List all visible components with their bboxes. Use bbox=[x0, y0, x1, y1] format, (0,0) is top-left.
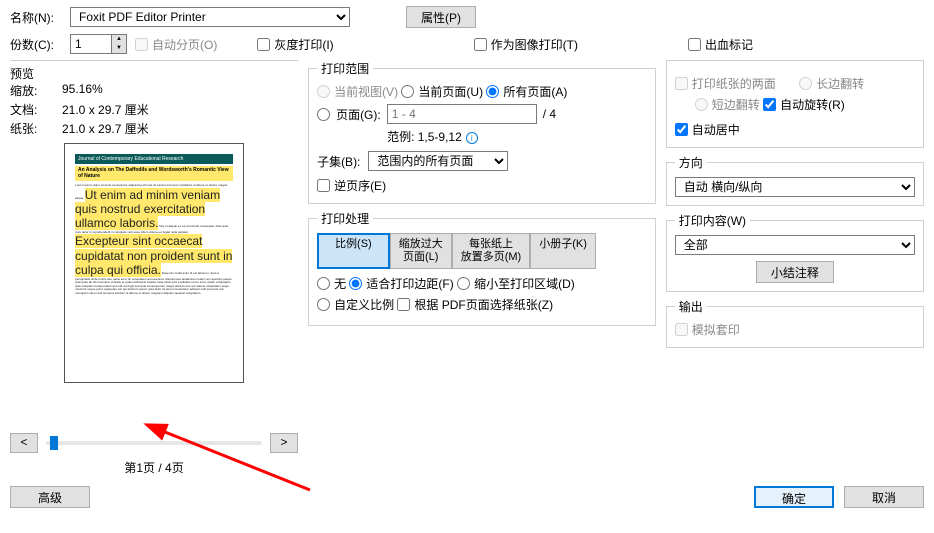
doc-value: 21.0 x 29.7 厘米 bbox=[62, 101, 149, 118]
print-range-title: 打印范围 bbox=[317, 60, 373, 77]
properties-button[interactable]: 属性(P) bbox=[406, 6, 476, 28]
paper-value: 21.0 x 29.7 厘米 bbox=[62, 120, 149, 137]
printer-select[interactable]: Foxit PDF Editor Printer bbox=[70, 7, 350, 27]
current-page-radio[interactable] bbox=[401, 85, 414, 98]
bleed-marks-checkbox[interactable]: 出血标记 bbox=[688, 36, 753, 53]
output-title: 输出 bbox=[675, 298, 707, 315]
paper-label: 纸张: bbox=[10, 120, 46, 137]
subset-select[interactable]: 范围内的所有页面 bbox=[368, 151, 508, 171]
copies-spinner[interactable]: ▲▼ bbox=[70, 34, 127, 54]
zoom-value: 95.16% bbox=[62, 82, 103, 99]
preview-thumbnail: Journal of Contemporary Educational Rese… bbox=[64, 143, 244, 383]
print-as-image-checkbox[interactable]: 作为图像打印(T) bbox=[474, 36, 578, 53]
doc-label: 文档: bbox=[10, 101, 46, 118]
spin-down-icon[interactable]: ▼ bbox=[112, 44, 126, 53]
pages-radio[interactable] bbox=[317, 108, 330, 121]
orientation-group: 方向 自动 横向/纵向 bbox=[666, 154, 924, 206]
ok-button[interactable]: 确定 bbox=[754, 486, 834, 508]
print-range-group: 打印范围 当前视图(V) 当前页面(U) 所有页面(A) 页面(G): / 4 … bbox=[308, 60, 656, 204]
pages-input[interactable] bbox=[387, 104, 537, 124]
simulate-overprint-checkbox: 模拟套印 bbox=[675, 321, 740, 338]
copies-label: 份数(C): bbox=[10, 36, 62, 53]
advanced-button[interactable]: 高级 bbox=[10, 486, 90, 508]
preview-title: 预览 bbox=[10, 65, 298, 82]
orientation-select[interactable]: 自动 横向/纵向 bbox=[675, 177, 915, 197]
copies-input[interactable] bbox=[71, 35, 111, 53]
name-label: 名称(N): bbox=[10, 9, 62, 26]
scale-shrink-radio[interactable] bbox=[457, 277, 470, 290]
scale-none-radio[interactable] bbox=[317, 277, 330, 290]
print-content-select[interactable]: 全部 bbox=[675, 235, 915, 255]
print-handling-group: 打印处理 比例(S) 缩放过大 页面(L) 每张纸上 放置多页(M) 小册子(K… bbox=[308, 210, 656, 326]
orientation-title: 方向 bbox=[675, 154, 707, 171]
short-edge-radio bbox=[695, 98, 708, 111]
summarize-comments-button[interactable]: 小结注释 bbox=[756, 261, 834, 283]
reverse-order-checkbox[interactable]: 逆页序(E) bbox=[317, 177, 386, 194]
choose-paper-by-pdf-checkbox[interactable]: 根据 PDF页面选择纸张(Z) bbox=[397, 296, 553, 313]
print-content-title: 打印内容(W) bbox=[675, 212, 750, 229]
next-page-button[interactable]: > bbox=[270, 433, 298, 453]
info-icon[interactable]: i bbox=[466, 132, 478, 144]
tab-booklet[interactable]: 小册子(K) bbox=[530, 233, 596, 269]
output-group: 输出 模拟套印 bbox=[666, 298, 924, 348]
tab-multiple-pages[interactable]: 每张纸上 放置多页(M) bbox=[452, 233, 531, 269]
print-handling-title: 打印处理 bbox=[317, 210, 373, 227]
tab-scale[interactable]: 比例(S) bbox=[317, 233, 390, 269]
duplex-checkbox: 打印纸张的两面 bbox=[675, 75, 776, 92]
all-pages-radio[interactable] bbox=[486, 85, 499, 98]
tab-large-pages[interactable]: 缩放过大 页面(L) bbox=[390, 233, 452, 269]
cancel-button[interactable]: 取消 bbox=[844, 486, 924, 508]
page-indicator: 第1页 / 4页 bbox=[10, 459, 298, 476]
pages-total: / 4 bbox=[543, 107, 556, 121]
prev-page-button[interactable]: < bbox=[10, 433, 38, 453]
auto-center-checkbox[interactable]: 自动居中 bbox=[675, 121, 740, 138]
print-content-group: 打印内容(W) 全部 小结注释 bbox=[666, 212, 924, 292]
auto-rotate-checkbox[interactable]: 自动旋转(R) bbox=[763, 96, 845, 113]
long-edge-radio bbox=[799, 77, 812, 90]
current-view-radio bbox=[317, 85, 330, 98]
scale-custom-radio[interactable] bbox=[317, 298, 330, 311]
page-slider[interactable] bbox=[46, 441, 262, 445]
duplex-group: 打印纸张的两面 长边翻转 短边翻转 自动旋转(R) 自动居中 bbox=[666, 60, 924, 148]
pages-example: 范例: 1,5-9,12 bbox=[387, 130, 462, 144]
spin-up-icon[interactable]: ▲ bbox=[112, 35, 126, 44]
collate-checkbox: 自动分页(O) bbox=[135, 36, 217, 53]
zoom-label: 缩放: bbox=[10, 82, 46, 99]
subset-label: 子集(B): bbox=[317, 153, 360, 170]
grayscale-checkbox[interactable]: 灰度打印(I) bbox=[257, 36, 333, 53]
scale-fit-radio[interactable] bbox=[349, 277, 362, 290]
